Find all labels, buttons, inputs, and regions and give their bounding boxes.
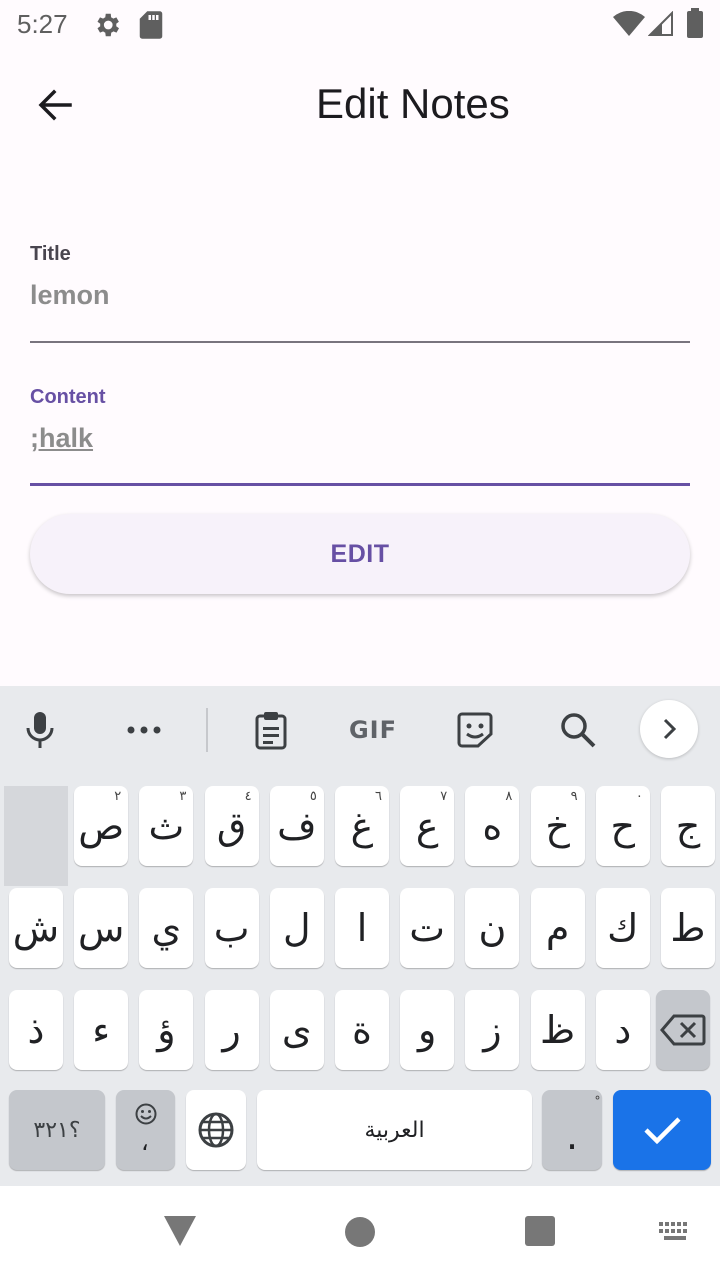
sd-card-icon [139, 11, 163, 39]
comma-label: ، [141, 1128, 149, 1156]
key-hint: ٤ [244, 789, 252, 804]
check-icon [644, 1117, 681, 1145]
title-field[interactable]: Title lemon [30, 243, 690, 345]
key-row3-6[interactable]: و [400, 990, 455, 1070]
key-row1-10[interactable]: ج [661, 786, 715, 866]
key-hint: ٨ [505, 789, 513, 804]
period-label: . [565, 1114, 579, 1158]
key-label: ه [482, 804, 503, 848]
key-row3-1[interactable]: ء [74, 990, 129, 1070]
key-label: ف [277, 804, 317, 848]
key-label: خ [545, 804, 570, 848]
gif-label: GIF [348, 716, 398, 744]
content-underline [30, 483, 690, 486]
key-row2-0[interactable]: ش [9, 888, 63, 968]
key-row3-8[interactable]: ظ [530, 990, 585, 1070]
key-label: ق [216, 804, 247, 848]
pressed-key-highlight [4, 786, 68, 886]
gear-icon [97, 13, 119, 37]
key-label: ع [415, 804, 439, 848]
key-row1-7[interactable]: ه٨ [465, 786, 520, 866]
key-row3-2[interactable]: ؤ [139, 990, 194, 1070]
keyboard-toolbar: GIF [0, 686, 720, 776]
battery-icon [687, 8, 703, 38]
space-key[interactable]: العربية [257, 1090, 532, 1170]
key-hint: ٠ [635, 789, 643, 804]
arrow-back-icon[interactable] [30, 82, 82, 128]
key-row2-3[interactable]: ب [204, 888, 259, 968]
key-row2-1[interactable]: س [74, 888, 129, 968]
content-input[interactable]: ;halk [30, 423, 690, 454]
key-row1-4[interactable]: ف٥ [269, 786, 324, 866]
key-label: ص [78, 804, 125, 848]
key-row2-8[interactable]: م [530, 888, 585, 968]
key-hint: ٢ [114, 789, 122, 804]
key-label: ح [610, 804, 636, 848]
emoji-comma-key[interactable]: ، [116, 1090, 175, 1170]
edit-button[interactable]: EDIT [30, 514, 690, 594]
key-row1-5[interactable]: غ٦ [335, 786, 389, 866]
key-row3-4[interactable]: ى [269, 990, 324, 1070]
key-row1-3[interactable]: ق٤ [204, 786, 259, 866]
backspace-key[interactable] [656, 990, 710, 1070]
key-label: غ [350, 804, 374, 848]
key-hint: ٧ [440, 789, 448, 804]
key-row3-0[interactable]: ذ [9, 990, 63, 1070]
key-row3-9[interactable]: د [595, 990, 650, 1070]
globe-icon [198, 1112, 234, 1148]
chevron-right-icon[interactable] [640, 700, 698, 758]
navigation-bar [0, 1186, 720, 1280]
keyboard: GIF ض١ص٢ث٣ق٤ف٥غ٦ع٧ه٨خ٩ح٠ج شسيبلاتنمكط ذء… [0, 686, 720, 1186]
key-label: ج [675, 804, 701, 848]
status-time: 5:27 [17, 9, 68, 39]
emoji-icon [135, 1103, 157, 1125]
key-row2-10[interactable]: ط [661, 888, 715, 968]
key-row2-4[interactable]: ل [269, 888, 324, 968]
key-row2-2[interactable]: ي [139, 888, 194, 968]
nav-recents-icon[interactable] [525, 1216, 555, 1246]
mic-icon[interactable] [18, 708, 62, 752]
enter-key[interactable] [613, 1090, 711, 1170]
title-label: Title [30, 243, 71, 265]
clipboard-icon[interactable] [249, 708, 293, 752]
page-title: Edit Notes [316, 80, 510, 127]
title-underline [30, 341, 690, 343]
key-row2-7[interactable]: ن [465, 888, 520, 968]
gif-icon[interactable]: GIF [345, 708, 401, 752]
period-key[interactable]: ْ . [542, 1090, 602, 1170]
sticker-icon[interactable] [453, 708, 497, 752]
key-row3-3[interactable]: ر [204, 990, 259, 1070]
cell-signal-icon [648, 11, 673, 36]
key-label: ث [148, 804, 185, 848]
nav-back-icon[interactable] [162, 1214, 198, 1248]
key-row1-1[interactable]: ص٢ [74, 786, 129, 866]
nav-home-icon[interactable] [345, 1217, 375, 1247]
key-row3-5[interactable]: ة [335, 990, 389, 1070]
key-row1-2[interactable]: ث٣ [139, 786, 194, 866]
status-bar: 5:27 [0, 0, 720, 50]
more-icon[interactable] [122, 708, 166, 752]
symbols-key[interactable]: ؟٣٢١ [9, 1090, 105, 1170]
content-field[interactable]: Content ;halk [30, 386, 690, 490]
toolbar-divider [206, 708, 208, 752]
key-hint: ٣ [179, 789, 187, 804]
wifi-icon [613, 11, 645, 36]
app-bar: Edit Notes [0, 50, 720, 160]
key-hint: ٦ [375, 789, 382, 804]
key-row2-5[interactable]: ا [335, 888, 389, 968]
key-hint: ٩ [570, 789, 578, 804]
key-row1-9[interactable]: ح٠ [595, 786, 650, 866]
key-row2-9[interactable]: ك [595, 888, 650, 968]
key-row1-8[interactable]: خ٩ [530, 786, 585, 866]
search-icon[interactable] [556, 708, 600, 752]
key-row1-6[interactable]: ع٧ [400, 786, 455, 866]
language-key[interactable] [186, 1090, 246, 1170]
key-row3-7[interactable]: ز [465, 990, 520, 1070]
key-row2-6[interactable]: ت [400, 888, 455, 968]
content-label: Content [30, 386, 106, 408]
keyboard-switch-icon[interactable] [658, 1221, 692, 1243]
key-hint: ٥ [309, 789, 317, 804]
title-input[interactable]: lemon [30, 280, 690, 311]
